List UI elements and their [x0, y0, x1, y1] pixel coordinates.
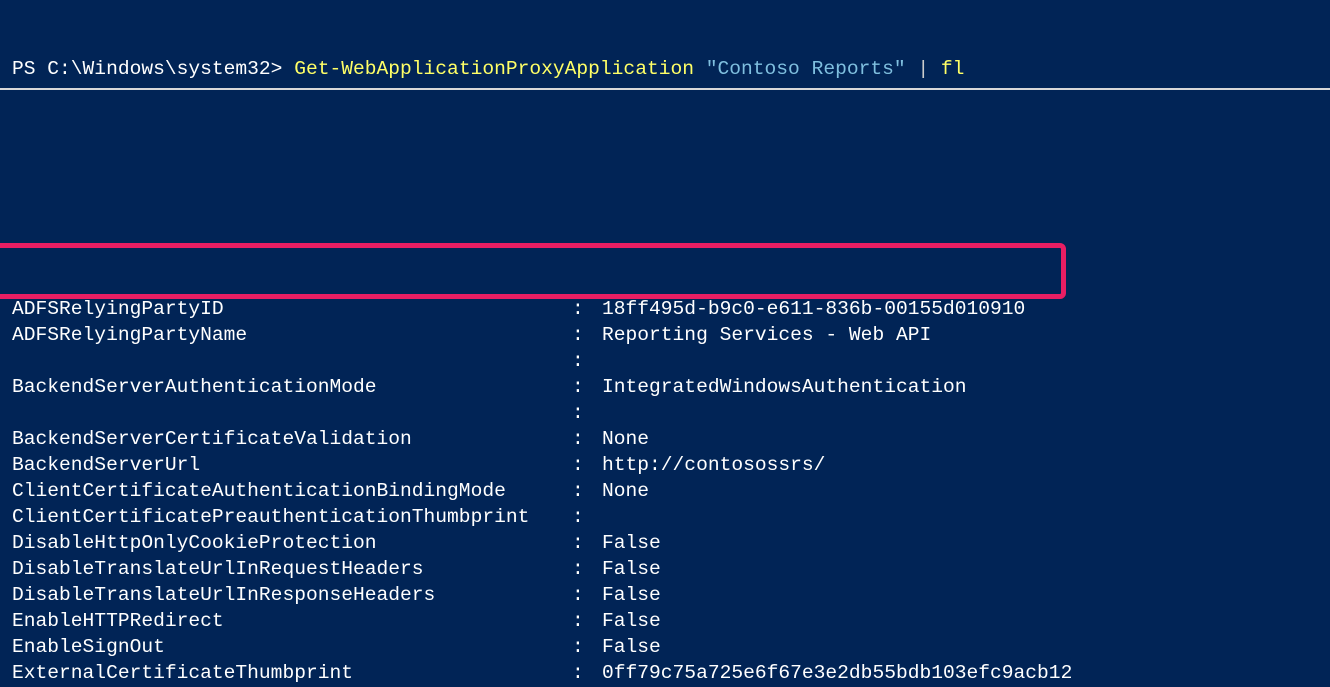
property-value: False	[602, 530, 1330, 556]
property-value: False	[602, 634, 1330, 660]
output-row: :	[12, 348, 1330, 374]
property-name	[12, 348, 572, 374]
property-value	[602, 504, 1330, 530]
property-name: ExternalCertificateThumbprint	[12, 660, 572, 686]
output-row: EnableSignOut: False	[12, 634, 1330, 660]
separator: :	[572, 478, 602, 504]
property-value: 18ff495d-b9c0-e611-836b-00155d010910	[602, 296, 1330, 322]
property-value: False	[602, 582, 1330, 608]
property-value: False	[602, 556, 1330, 582]
property-value: http://contosossrs/	[602, 452, 1330, 478]
separator: :	[572, 634, 602, 660]
property-name: EnableHTTPRedirect	[12, 608, 572, 634]
property-value: None	[602, 426, 1330, 452]
separator: :	[572, 608, 602, 634]
output-row: ADFSRelyingPartyID: 18ff495d-b9c0-e611-8…	[12, 296, 1330, 322]
output-row: ClientCertificatePreauthenticationThumbp…	[12, 504, 1330, 530]
separator: :	[572, 504, 602, 530]
separator: :	[572, 530, 602, 556]
pipe-operator: |	[906, 58, 941, 80]
property-value: None	[602, 478, 1330, 504]
property-value	[602, 400, 1330, 426]
property-name: EnableSignOut	[12, 634, 572, 660]
output-row: BackendServerUrl: http://contosossrs/	[12, 452, 1330, 478]
powershell-terminal[interactable]: PS C:\Windows\system32> Get-WebApplicati…	[0, 0, 1330, 687]
output-row: :	[12, 400, 1330, 426]
property-value: IntegratedWindowsAuthentication	[602, 374, 1330, 400]
separator: :	[572, 296, 602, 322]
property-name: ClientCertificatePreauthenticationThumbp…	[12, 504, 572, 530]
separator: :	[572, 322, 602, 348]
output-block: ADFSRelyingPartyID: 18ff495d-b9c0-e611-8…	[0, 192, 1330, 687]
output-row: DisableTranslateUrlInResponseHeaders: Fa…	[12, 582, 1330, 608]
property-value: Reporting Services - Web API	[602, 322, 1330, 348]
property-name: ADFSRelyingPartyID	[12, 296, 572, 322]
output-row: ExternalCertificateThumbprint: 0ff79c75a…	[12, 660, 1330, 686]
command-line: PS C:\Windows\system32> Get-WebApplicati…	[0, 52, 1330, 90]
property-value: 0ff79c75a725e6f67e3e2db55bdb103efc9acb12	[602, 660, 1330, 686]
highlight-annotation	[0, 243, 1066, 299]
property-name: BackendServerUrl	[12, 452, 572, 478]
property-name: DisableHttpOnlyCookieProtection	[12, 530, 572, 556]
cmdlet-name: Get-WebApplicationProxyApplication	[294, 58, 706, 80]
property-name: ADFSRelyingPartyName	[12, 322, 572, 348]
cmdlet-argument: "Contoso Reports"	[706, 58, 906, 80]
output-row: ADFSRelyingPartyName: Reporting Services…	[12, 322, 1330, 348]
separator: :	[572, 556, 602, 582]
separator: :	[572, 400, 602, 426]
format-list-alias: fl	[941, 58, 965, 80]
property-name: DisableTranslateUrlInResponseHeaders	[12, 582, 572, 608]
separator: :	[572, 374, 602, 400]
property-name: DisableTranslateUrlInRequestHeaders	[12, 556, 572, 582]
separator: :	[572, 452, 602, 478]
output-row: BackendServerAuthenticationMode: Integra…	[12, 374, 1330, 400]
property-value: False	[602, 608, 1330, 634]
separator: :	[572, 426, 602, 452]
property-name: BackendServerAuthenticationMode	[12, 374, 572, 400]
property-name: ClientCertificateAuthenticationBindingMo…	[12, 478, 572, 504]
separator: :	[572, 348, 602, 374]
output-row: EnableHTTPRedirect: False	[12, 608, 1330, 634]
output-row: ClientCertificateAuthenticationBindingMo…	[12, 478, 1330, 504]
separator: :	[572, 660, 602, 686]
separator: :	[572, 582, 602, 608]
property-value	[602, 348, 1330, 374]
output-row: BackendServerCertificateValidation: None	[12, 426, 1330, 452]
property-name	[12, 400, 572, 426]
output-row: DisableTranslateUrlInRequestHeaders: Fal…	[12, 556, 1330, 582]
prompt-prefix: PS C:\Windows\system32>	[12, 58, 294, 80]
property-name: BackendServerCertificateValidation	[12, 426, 572, 452]
output-row: DisableHttpOnlyCookieProtection: False	[12, 530, 1330, 556]
